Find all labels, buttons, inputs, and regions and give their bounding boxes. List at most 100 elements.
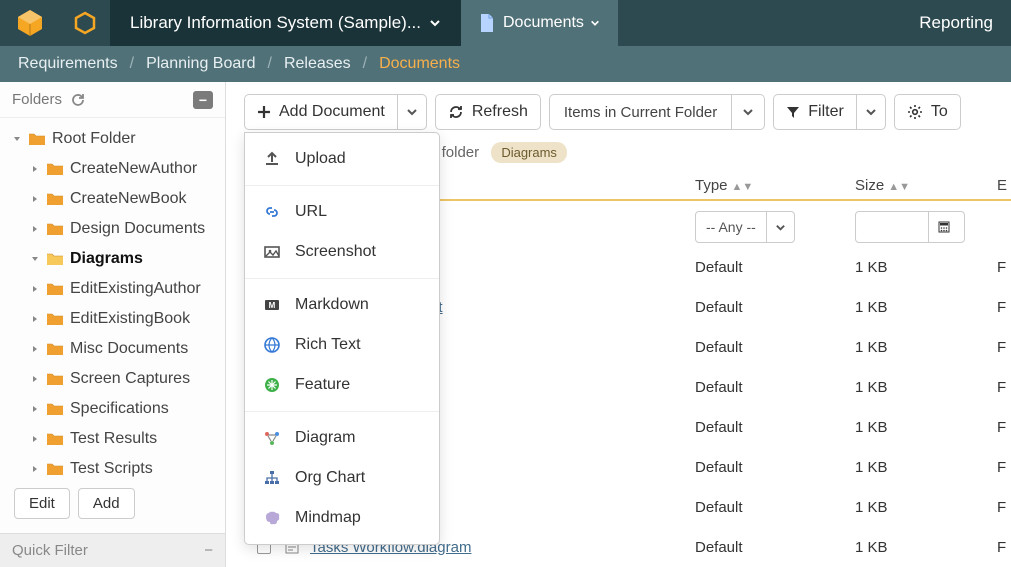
tree-folder[interactable]: EditExistingBook (0, 304, 225, 334)
view-select-value: Items in Current Folder (550, 104, 731, 121)
tree-folder-label: EditExistingBook (70, 310, 190, 328)
column-type[interactable]: Type▲▼ (695, 177, 855, 194)
twisty-icon (28, 314, 42, 324)
workspace-selector[interactable]: Library Information System (Sample)... (110, 0, 461, 46)
filter-label: Filter (808, 103, 844, 121)
row-type: Default (695, 499, 855, 516)
tree-folder[interactable]: Misc Documents (0, 334, 225, 364)
dropdown-item-url[interactable]: URL (245, 192, 439, 232)
crumb-separator: / (267, 55, 271, 73)
cube-logo-icon (15, 8, 45, 38)
org-chart-icon (261, 469, 283, 487)
twisty-icon (28, 464, 42, 474)
add-document-dropdown: Upload URL Screenshot MMarkdown Rich Text Fea… (244, 132, 440, 545)
row-e: F (997, 259, 1011, 276)
crumb-separator: / (363, 55, 367, 73)
dropdown-item-label: Upload (295, 150, 346, 168)
filter-button[interactable]: Filter (773, 94, 856, 130)
row-size: 1 KB (855, 339, 997, 356)
collapse-sidebar-button[interactable]: − (193, 91, 213, 109)
tree-folder[interactable]: Screen Captures (0, 364, 225, 394)
sidebar: Folders − Root FolderCreateNewAuthorCrea… (0, 82, 226, 567)
dropdown-item-markdown[interactable]: MMarkdown (245, 285, 439, 325)
dropdown-item-mindmap[interactable]: Mindmap (245, 498, 439, 538)
crumb-requirements[interactable]: Requirements (18, 55, 118, 73)
view-select[interactable]: Items in Current Folder (549, 94, 765, 130)
tree-folder-label: Specifications (70, 400, 169, 418)
tree-folder-label: Diagrams (70, 250, 143, 268)
tree-folder[interactable]: CreateNewBook (0, 184, 225, 214)
tree-folder[interactable]: Test Scripts (0, 454, 225, 478)
tree-folder[interactable]: Diagrams (0, 244, 225, 274)
tree-root[interactable]: Root Folder (0, 124, 225, 154)
crumb-planning-board[interactable]: Planning Board (146, 55, 255, 73)
tree-folder[interactable]: Specifications (0, 394, 225, 424)
tree-folder[interactable]: Test Results (0, 424, 225, 454)
refresh-button[interactable]: Refresh (435, 94, 541, 130)
toolbar: Add Document Refresh Items in Current Fo… (244, 94, 1011, 130)
tree-folder[interactable]: CreateNewAuthor (0, 154, 225, 184)
row-size: 1 KB (855, 299, 997, 316)
row-size: 1 KB (855, 419, 997, 436)
collapse-quickfilter-button[interactable]: − (204, 542, 213, 559)
tree-folder-label: Test Scripts (70, 460, 153, 478)
twisty-icon (28, 194, 42, 204)
edit-folder-button[interactable]: Edit (14, 488, 70, 519)
quick-filter-header[interactable]: Quick Filter − (0, 533, 225, 567)
row-e: F (997, 339, 1011, 356)
refresh-icon (448, 104, 464, 120)
twisty-icon (10, 134, 24, 144)
tools-button[interactable]: To (894, 94, 961, 130)
folder-icon (46, 161, 66, 177)
size-filter-field[interactable] (856, 220, 928, 235)
document-icon (479, 14, 495, 32)
reporting-label: Reporting (919, 13, 993, 33)
row-type: Default (695, 259, 855, 276)
svg-text:M: M (269, 301, 276, 310)
column-size[interactable]: Size▲▼ (855, 177, 997, 194)
folder-icon (46, 371, 66, 387)
size-filter-input[interactable] (855, 211, 965, 243)
dropdown-item-label: URL (295, 203, 327, 221)
add-document-caret[interactable] (397, 94, 427, 130)
row-size: 1 KB (855, 379, 997, 396)
folder-icon (46, 311, 66, 327)
plus-icon (257, 105, 271, 119)
folder-icon (46, 281, 66, 297)
row-size: 1 KB (855, 459, 997, 476)
filter-icon (786, 105, 800, 119)
folder-icon (46, 191, 66, 207)
dropdown-item-screenshot[interactable]: Screenshot (245, 232, 439, 272)
dropdown-item-org-chart[interactable]: Org Chart (245, 458, 439, 498)
workspace-name: Library Information System (Sample)... (130, 13, 421, 33)
sort-icon: ▲▼ (732, 181, 754, 193)
tree-folder[interactable]: Design Documents (0, 214, 225, 244)
product-icon[interactable] (60, 0, 110, 46)
refresh-label: Refresh (472, 103, 528, 121)
tab-documents[interactable]: Documents (461, 0, 618, 46)
folder-tree: Root FolderCreateNewAuthorCreateNewBookD… (0, 118, 225, 478)
dropdown-item-label: Rich Text (295, 336, 361, 354)
app-logo[interactable] (0, 0, 60, 46)
dropdown-item-rich-text[interactable]: Rich Text (245, 325, 439, 365)
column-e[interactable]: E (997, 177, 1011, 194)
tree-folder-label: EditExistingAuthor (70, 280, 201, 298)
calculator-icon[interactable] (928, 212, 958, 242)
content-area: Add Document Refresh Items in Current Fo… (226, 82, 1011, 567)
row-type: Default (695, 539, 855, 556)
add-document-button[interactable]: Add Document (244, 94, 397, 130)
dropdown-item-feature[interactable]: Feature (245, 365, 439, 405)
twisty-icon (28, 404, 42, 414)
dropdown-item-diagram[interactable]: Diagram (245, 418, 439, 458)
type-filter-select[interactable]: -- Any -- (695, 211, 795, 243)
tab-reporting[interactable]: Reporting (901, 0, 1011, 46)
caret-down-icon (406, 106, 418, 118)
dropdown-item-upload[interactable]: Upload (245, 139, 439, 179)
crumb-releases[interactable]: Releases (284, 55, 351, 73)
top-bar: Library Information System (Sample)... D… (0, 0, 1011, 46)
add-folder-button[interactable]: Add (78, 488, 135, 519)
tree-folder[interactable]: EditExistingAuthor (0, 274, 225, 304)
twisty-icon (28, 344, 42, 354)
refresh-folders-icon[interactable] (70, 92, 86, 108)
filter-caret[interactable] (856, 94, 886, 130)
